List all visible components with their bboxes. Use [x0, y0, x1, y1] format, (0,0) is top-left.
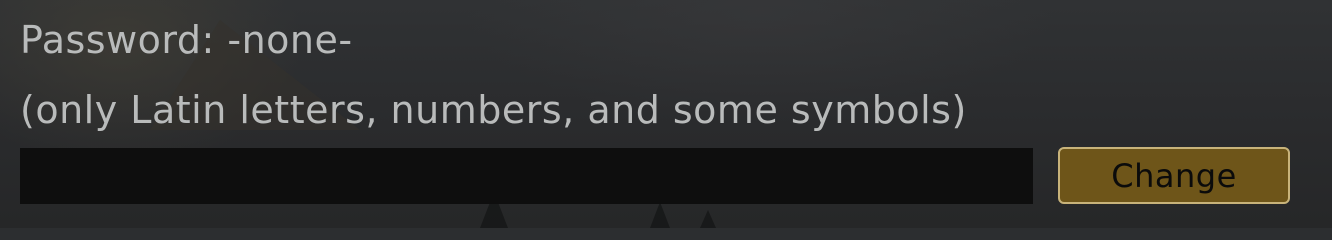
- password-panel: Password: -none- (only Latin letters, nu…: [0, 0, 1332, 228]
- password-hint: (only Latin letters, numbers, and some s…: [20, 88, 967, 132]
- change-button[interactable]: Change: [1058, 147, 1290, 204]
- password-input[interactable]: [20, 148, 1033, 204]
- password-title: Password: -none-: [20, 18, 353, 62]
